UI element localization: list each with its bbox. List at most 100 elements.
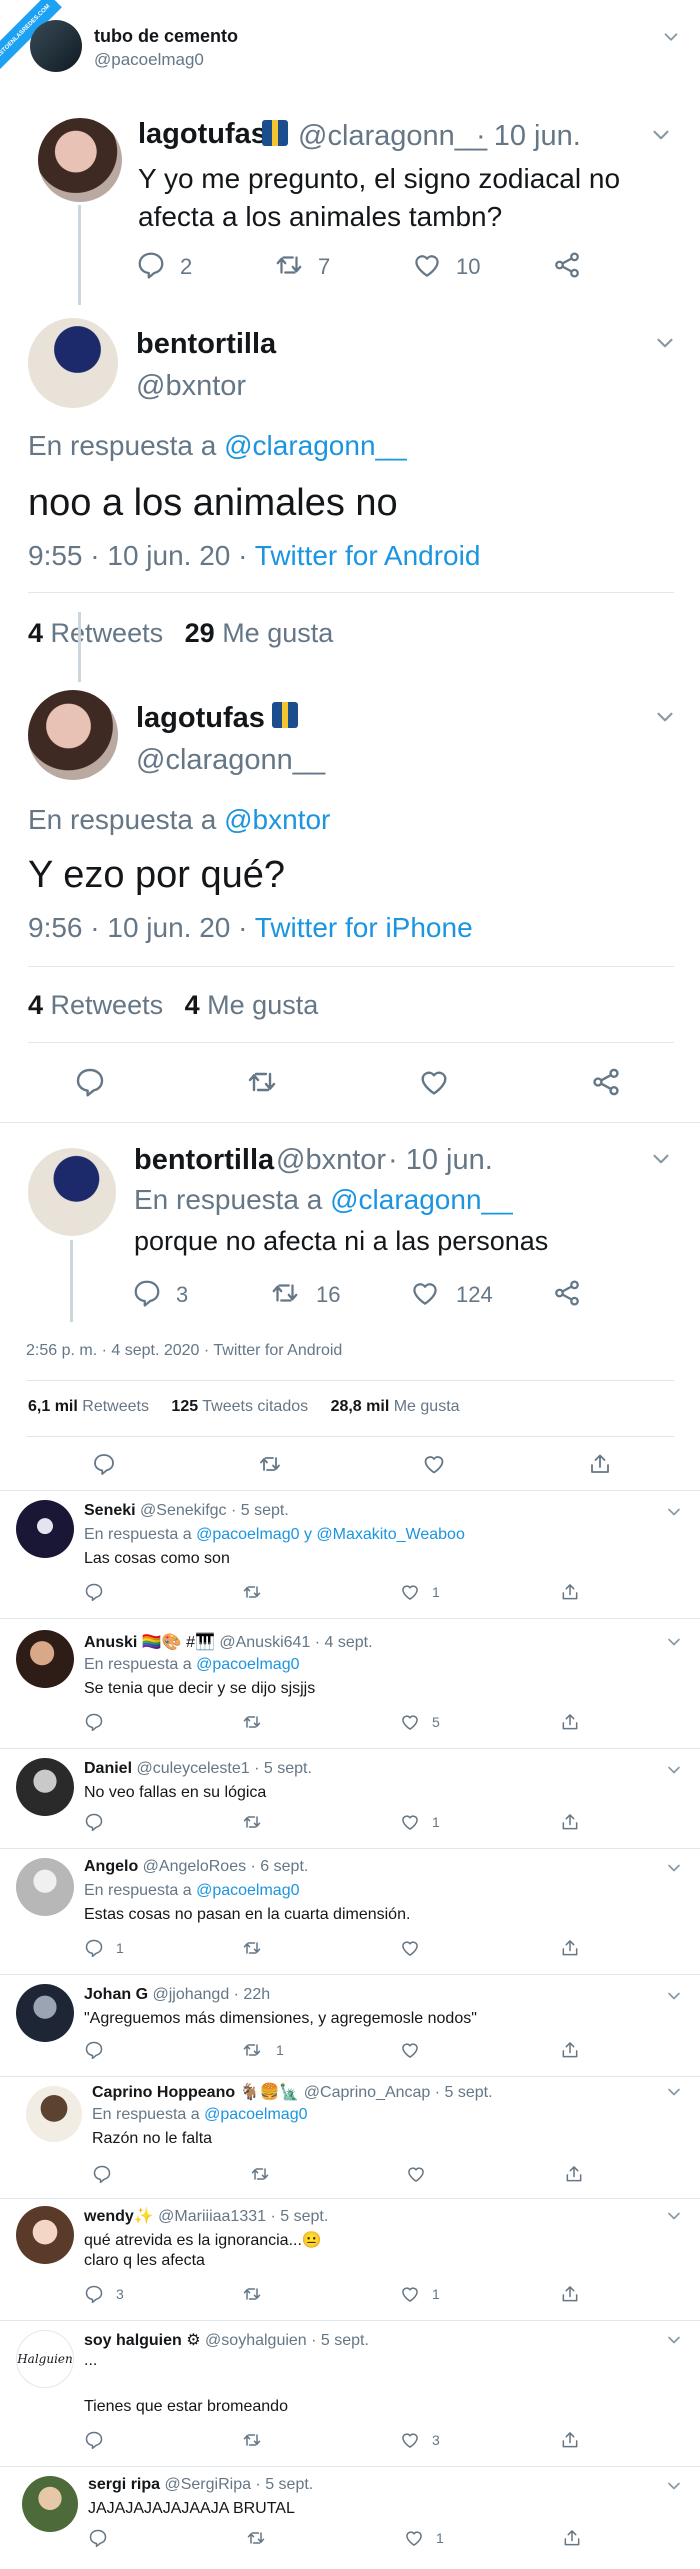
upload-icon[interactable]	[560, 1582, 580, 1602]
chevron-down-icon[interactable]	[664, 2476, 684, 2496]
heart-icon[interactable]	[400, 2430, 420, 2450]
upload-icon[interactable]	[560, 2430, 580, 2450]
reply-icon[interactable]	[84, 1938, 104, 1958]
upload-icon[interactable]	[588, 1452, 612, 1476]
heart-icon[interactable]	[406, 2164, 426, 2184]
client-link[interactable]: Twitter for Android	[255, 540, 481, 571]
retweet-icon[interactable]	[270, 1278, 300, 1308]
share-icon[interactable]	[552, 1278, 582, 1308]
avatar[interactable]	[26, 2086, 82, 2142]
reply-author[interactable]: Angelo	[84, 1858, 138, 1875]
avatar[interactable]	[28, 318, 118, 408]
reply-author[interactable]: Anuski	[84, 1634, 137, 1651]
tweet-author-name[interactable]: bentortilla	[136, 328, 276, 361]
reply-author[interactable]: Daniel	[84, 1760, 132, 1777]
retweet-icon[interactable]	[242, 1582, 262, 1602]
tweet-handle[interactable]: @claragonn__	[298, 120, 487, 153]
tweet-date[interactable]: · 10 jun.	[476, 120, 581, 153]
heart-icon[interactable]	[422, 1452, 446, 1476]
avatar[interactable]	[16, 2206, 74, 2264]
tweet-author-name[interactable]: bentortilla	[134, 1144, 274, 1177]
heart-icon[interactable]	[400, 1938, 420, 1958]
avatar[interactable]	[28, 1148, 116, 1236]
chevron-down-icon[interactable]	[664, 2330, 684, 2350]
heart-icon[interactable]	[412, 250, 442, 280]
reply-author[interactable]: Caprino Hoppeano	[92, 2084, 235, 2101]
mention-link[interactable]: @bxntor	[224, 804, 330, 835]
tweet-handle[interactable]: @bxntor	[136, 370, 246, 403]
mention-link[interactable]: @claragonn__	[330, 1184, 513, 1215]
retweet-icon[interactable]	[258, 1452, 282, 1476]
retweet-icon[interactable]	[246, 1066, 278, 1098]
reply-author[interactable]: sergi ripa	[88, 2476, 160, 2493]
chevron-down-icon[interactable]	[664, 2082, 684, 2102]
heart-icon[interactable]	[410, 1278, 440, 1308]
reply-icon[interactable]	[136, 250, 166, 280]
retweet-icon[interactable]	[242, 2284, 262, 2304]
upload-icon[interactable]	[560, 1938, 580, 1958]
reply-icon[interactable]	[132, 1278, 162, 1308]
retweet-icon[interactable]	[242, 2430, 262, 2450]
reply-icon[interactable]	[84, 2430, 104, 2450]
share-icon[interactable]	[590, 1066, 622, 1098]
chevron-down-icon[interactable]	[648, 1146, 674, 1172]
tweet-author-name[interactable]: lagotufas	[136, 702, 265, 735]
upload-icon[interactable]	[564, 2164, 584, 2184]
avatar[interactable]	[22, 2476, 78, 2532]
upload-icon[interactable]	[560, 1712, 580, 1732]
retweet-icon[interactable]	[242, 2040, 262, 2060]
retweet-icon[interactable]	[242, 1712, 262, 1732]
retweet-icon[interactable]	[242, 1938, 262, 1958]
reply-icon[interactable]	[84, 2040, 104, 2060]
reply-icon[interactable]	[84, 2284, 104, 2304]
reply-author[interactable]: soy halguien	[84, 2332, 182, 2349]
chevron-down-icon[interactable]	[664, 1502, 684, 1522]
tweet-author-name[interactable]: lagotufas	[138, 118, 267, 151]
avatar[interactable]	[16, 1984, 74, 2042]
share-icon[interactable]	[552, 250, 582, 280]
heart-icon[interactable]	[400, 2040, 420, 2060]
chevron-down-icon[interactable]	[664, 1858, 684, 1878]
client-link[interactable]: Twitter for iPhone	[255, 912, 473, 943]
tweet-date[interactable]: · 10 jun.	[388, 1144, 493, 1177]
reply-author[interactable]: Seneki	[84, 1502, 136, 1519]
reply-author[interactable]: wendy	[84, 2208, 134, 2225]
chevron-down-icon[interactable]	[664, 1986, 684, 2006]
reply-author[interactable]: Johan G	[84, 1986, 148, 2003]
reply-icon[interactable]	[84, 1712, 104, 1732]
avatar[interactable]	[16, 1630, 74, 1688]
reply-icon[interactable]	[88, 2528, 108, 2548]
reply-icon[interactable]	[84, 1582, 104, 1602]
heart-icon[interactable]	[400, 2284, 420, 2304]
retweet-icon[interactable]	[250, 2164, 270, 2184]
heart-icon[interactable]	[400, 1812, 420, 1832]
chevron-down-icon[interactable]	[648, 122, 674, 148]
upload-icon[interactable]	[562, 2528, 582, 2548]
chevron-down-icon[interactable]	[652, 704, 678, 730]
mention-link[interactable]: @pacoelmag0	[196, 1882, 299, 1899]
mention-link[interactable]: @pacoelmag0	[196, 1656, 299, 1673]
heart-icon[interactable]	[404, 2528, 424, 2548]
reply-icon[interactable]	[74, 1066, 106, 1098]
upload-icon[interactable]	[560, 2284, 580, 2304]
heart-icon[interactable]	[400, 1712, 420, 1732]
chevron-down-icon[interactable]	[664, 2206, 684, 2226]
retweet-icon[interactable]	[274, 250, 304, 280]
avatar[interactable]	[38, 118, 122, 202]
header-name[interactable]: tubo de cemento	[94, 26, 238, 47]
avatar[interactable]	[16, 1758, 74, 1816]
avatar[interactable]	[28, 690, 118, 780]
chevron-down-icon[interactable]	[660, 26, 682, 48]
upload-icon[interactable]	[560, 2040, 580, 2060]
retweet-icon[interactable]	[246, 2528, 266, 2548]
tweet-handle[interactable]: @claragonn__	[136, 744, 325, 777]
mention-link[interactable]: @pacoelmag0	[204, 2106, 307, 2123]
avatar[interactable]	[16, 1858, 74, 1916]
upload-icon[interactable]	[560, 1812, 580, 1832]
heart-icon[interactable]	[400, 1582, 420, 1602]
retweet-icon[interactable]	[242, 1812, 262, 1832]
tweet-handle[interactable]: @bxntor	[276, 1144, 386, 1177]
mention-link[interactable]: @pacoelmag0 y @Maxakito_Weaboo	[196, 1526, 465, 1543]
reply-icon[interactable]	[92, 2164, 112, 2184]
reply-icon[interactable]	[84, 1812, 104, 1832]
